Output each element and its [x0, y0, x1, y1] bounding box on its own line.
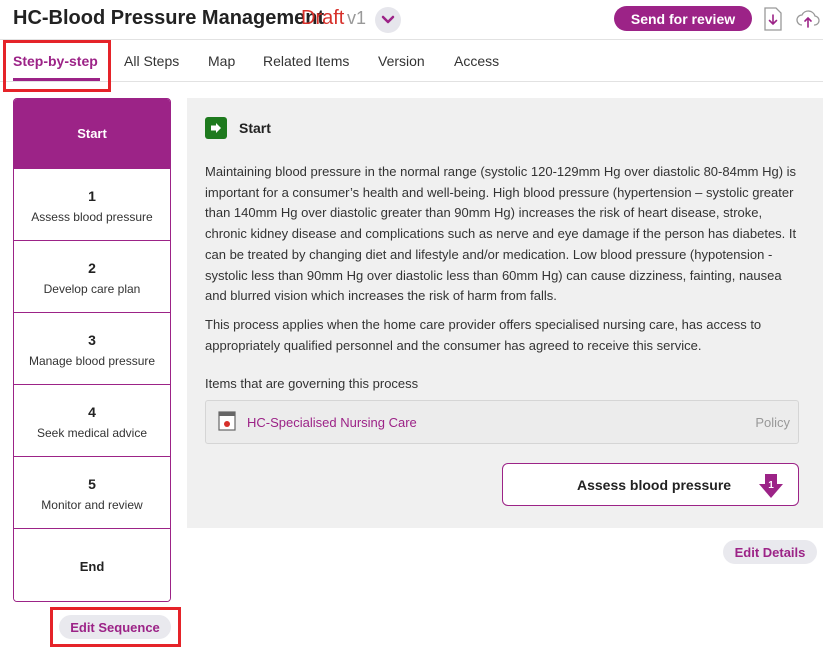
- step-item-5[interactable]: 5 Monitor and review: [14, 459, 170, 529]
- page-title: HC-Blood Pressure Management: [13, 7, 325, 29]
- policy-type-label: Policy: [755, 415, 790, 430]
- step-item-4[interactable]: 4 Seek medical advice: [14, 387, 170, 457]
- tab-related-items[interactable]: Related Items: [263, 53, 349, 69]
- step-number: 3: [88, 331, 96, 348]
- version-label: v1: [347, 8, 367, 28]
- step-detail-panel: Start Maintaining blood pressure in the …: [187, 98, 823, 528]
- arrow-down-icon: 1: [759, 474, 783, 498]
- step-number: 5: [88, 475, 96, 492]
- policy-link[interactable]: HC-Specialised Nursing Care: [247, 415, 417, 430]
- next-step-number: 1: [768, 480, 774, 491]
- step-number: 1: [88, 187, 96, 204]
- step-item-3[interactable]: 3 Manage blood pressure: [14, 315, 170, 385]
- page-header: HC-Blood Pressure Management Draft v1 Se…: [0, 0, 823, 40]
- step-item-1[interactable]: 1 Assess blood pressure: [14, 171, 170, 241]
- tab-version[interactable]: Version: [378, 53, 425, 69]
- step-description: Maintaining blood pressure in the normal…: [205, 164, 797, 304]
- governing-items-label: Items that are governing this process: [205, 376, 419, 391]
- step-item-end[interactable]: End: [14, 531, 170, 601]
- download-icon[interactable]: [763, 7, 783, 31]
- tab-bar: Step-by-step All Steps Map Related Items…: [0, 40, 823, 82]
- governing-item: HC-Specialised Nursing Care Policy: [205, 400, 799, 444]
- step-heading: Start: [239, 120, 271, 136]
- step-scope: This process applies when the home care …: [205, 317, 762, 353]
- step-label: Seek medical advice: [36, 425, 148, 440]
- step-item-2[interactable]: 2 Develop care plan: [14, 243, 170, 313]
- highlight-box-tab: [3, 40, 111, 92]
- step-item-start[interactable]: Start: [14, 99, 170, 169]
- step-label: Manage blood pressure: [28, 353, 156, 368]
- tab-all-steps[interactable]: All Steps: [124, 53, 179, 69]
- next-step-button[interactable]: Assess blood pressure 1: [502, 463, 799, 506]
- edit-details-button[interactable]: Edit Details: [723, 540, 817, 564]
- highlight-box-edit-sequence: [50, 607, 181, 647]
- start-icon: [205, 117, 227, 139]
- step-label: Assess blood pressure: [31, 209, 153, 224]
- status-badge: Draft: [301, 7, 345, 29]
- step-list: Start 1 Assess blood pressure 2 Develop …: [13, 98, 171, 602]
- upload-icon[interactable]: [796, 7, 820, 31]
- version-dropdown-button[interactable]: [375, 7, 401, 33]
- tab-map[interactable]: Map: [208, 53, 235, 69]
- step-number: 4: [88, 403, 96, 420]
- step-number: 2: [88, 259, 96, 276]
- chevron-down-icon: [381, 15, 395, 24]
- send-for-review-button[interactable]: Send for review: [614, 6, 752, 31]
- step-label: Monitor and review: [41, 497, 143, 512]
- tab-access[interactable]: Access: [454, 53, 499, 69]
- next-step-label: Assess blood pressure: [577, 477, 732, 493]
- step-label: Start: [77, 126, 107, 141]
- step-label: End: [79, 558, 105, 574]
- policy-icon: [218, 411, 236, 431]
- step-label: Develop care plan: [43, 281, 141, 296]
